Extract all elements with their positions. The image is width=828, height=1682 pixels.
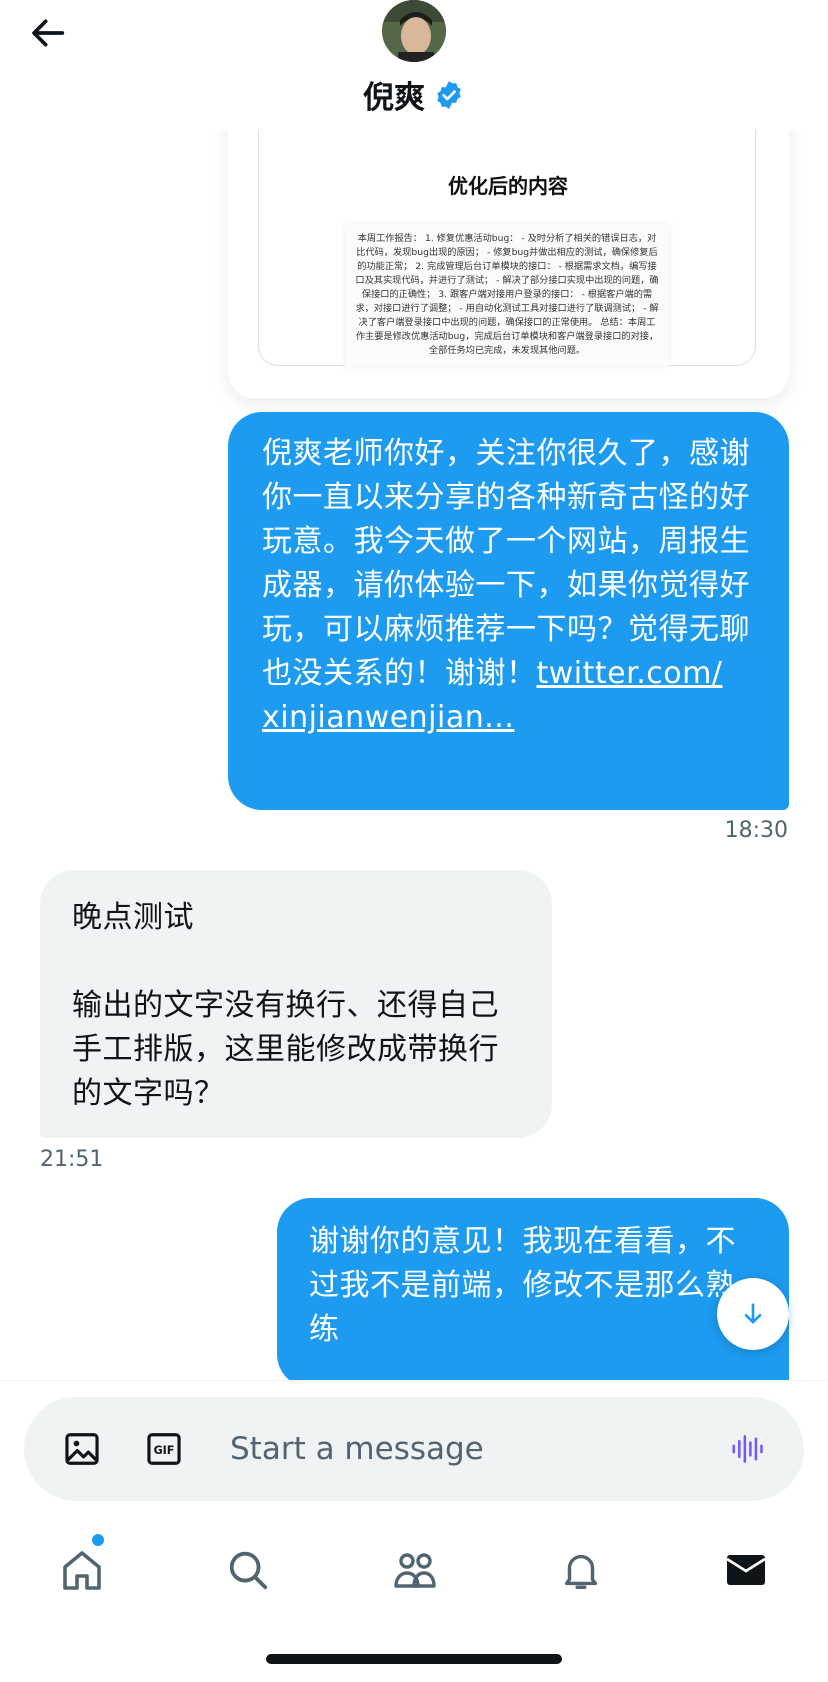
gif-icon: GIF <box>147 1433 181 1465</box>
scroll-to-bottom-button[interactable] <box>717 1278 789 1350</box>
incoming-message-bubble[interactable]: 晚点测试 输出的文字没有换行、还得自己手工排版，这里能修改成带换行的文字吗？ <box>40 870 552 1138</box>
message-text: 倪爽老师你好，关注你很久了，感谢你一直以来分享的各种新奇古怪的好玩意。我今天做了… <box>262 436 750 691</box>
avatar[interactable] <box>382 0 446 62</box>
search-icon <box>229 1551 268 1590</box>
arrow-left-icon <box>32 19 65 47</box>
back-button[interactable] <box>26 10 72 56</box>
shared-image-card[interactable]: 优化后的内容 本周工作报告： 1. 修复优惠活动bug： - 及时分析了相关的错… <box>228 110 789 398</box>
outgoing-message-bubble[interactable]: 谢谢你的意见！我现在看看，不过我不是前端，修改不是那么熟练 <box>277 1198 789 1380</box>
message-timestamp: 18:30 <box>724 818 788 843</box>
communities-icon <box>394 1553 436 1588</box>
message-timestamp: 21:51 <box>40 1147 104 1172</box>
nav-messages[interactable] <box>716 1540 776 1600</box>
verified-badge-icon <box>437 80 461 109</box>
contact-name: 倪爽 <box>363 80 425 116</box>
nav-notifications[interactable] <box>551 1540 611 1600</box>
arrow-down-icon <box>744 1303 762 1324</box>
messages-icon <box>726 1555 766 1585</box>
composer-bar: GIF <box>0 1380 828 1501</box>
svg-text:GIF: GIF <box>154 1444 175 1457</box>
nav-communities[interactable] <box>385 1540 445 1600</box>
home-icon <box>63 1551 101 1590</box>
message-composer: GIF <box>24 1397 804 1501</box>
message-input[interactable] <box>230 1423 710 1475</box>
card-title: 优化后的内容 <box>448 174 568 198</box>
voice-waveform-icon <box>732 1435 763 1463</box>
notification-dot <box>92 1534 104 1546</box>
shared-image-preview: 优化后的内容 本周工作报告： 1. 修复优惠活动bug： - 及时分析了相关的错… <box>258 128 756 366</box>
message-text: 谢谢你的意见！我现在看看，不过我不是前端，修改不是那么熟练 <box>309 1224 736 1347</box>
voice-message-button[interactable] <box>726 1427 770 1471</box>
conversation-header: 倪爽 <box>0 0 828 130</box>
card-document-text: 本周工作报告： 1. 修复优惠活动bug： - 及时分析了相关的错误日志，对比代… <box>345 224 669 366</box>
add-gif-button[interactable]: GIF <box>142 1427 186 1471</box>
conversation-area[interactable]: 优化后的内容 本周工作报告： 1. 修复优惠活动bug： - 及时分析了相关的错… <box>0 0 828 1380</box>
bottom-navigation <box>0 1520 828 1610</box>
message-text: 晚点测试 输出的文字没有换行、还得自己手工排版，这里能修改成带换行的文字吗？ <box>72 900 499 1111</box>
nav-search[interactable] <box>218 1540 278 1600</box>
contact-name-row[interactable]: 倪爽 <box>0 72 828 117</box>
image-icon <box>65 1433 99 1465</box>
nav-home[interactable] <box>52 1540 112 1600</box>
add-image-button[interactable] <box>60 1427 104 1471</box>
outgoing-message-bubble[interactable]: 倪爽老师你好，关注你很久了，感谢你一直以来分享的各种新奇古怪的好玩意。我今天做了… <box>228 412 789 810</box>
notifications-icon <box>564 1554 598 1589</box>
home-indicator <box>266 1654 562 1664</box>
